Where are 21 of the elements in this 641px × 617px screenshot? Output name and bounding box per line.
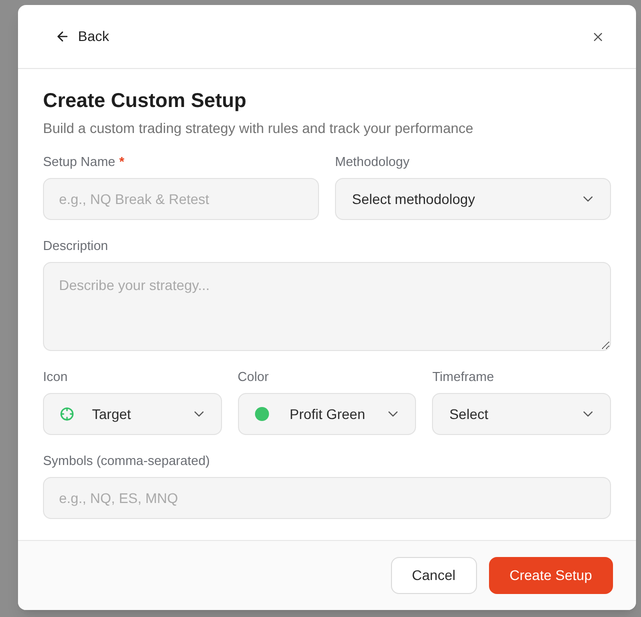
create-button[interactable]: Create Setup [488,557,613,594]
field-label: Description [43,237,108,255]
dropdown[interactable]: Select methodology [335,178,611,220]
field-label: Symbols (comma-separated) [43,452,210,470]
dropdown[interactable]: Select [432,393,611,435]
required-mark: * [119,153,124,171]
dialog-title: Create Custom Setup [43,89,248,113]
field-label: Icon [43,368,68,386]
field-label: Setup Name [43,153,116,171]
text-input[interactable]: e.g., NQ Break & Retest [43,178,319,220]
back-button[interactable]: Back [47,20,118,53]
crosshair-icon [60,407,74,421]
dropdown[interactable]: Target [43,393,222,435]
textarea-field[interactable]: Describe your strategy... [43,262,611,351]
dialog-subtitle: Build a custom trading strategy with rules and track your performance [43,119,474,138]
field-label: Timeframe [432,368,494,386]
text-input[interactable]: e.g., NQ, ES, MNQ [43,477,611,519]
cancel-button[interactable]: Cancel [390,557,476,594]
dropdown[interactable]: Profit Green [238,393,416,435]
field-label: Color [238,368,269,386]
field-label: Methodology [335,153,410,171]
